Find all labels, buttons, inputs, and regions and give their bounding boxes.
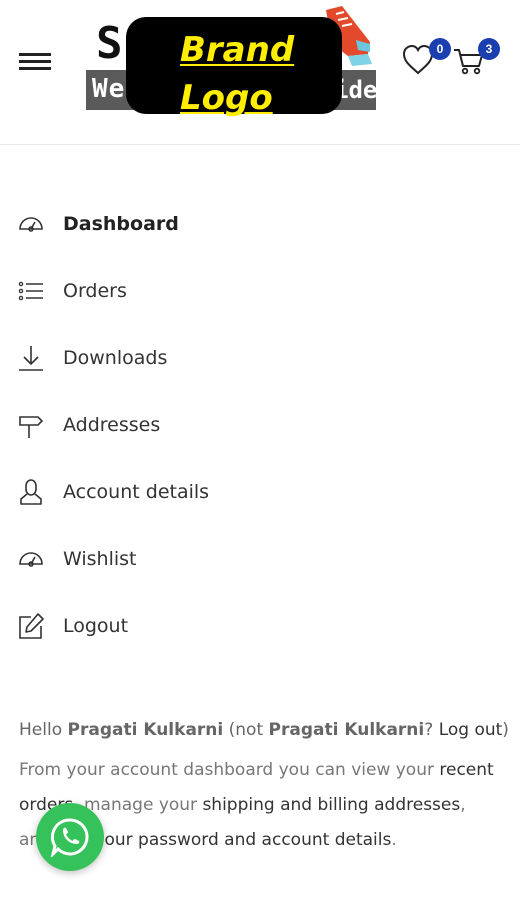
- nav-item-orders[interactable]: Orders: [0, 269, 520, 313]
- brand-logo[interactable]: S We ide Brand Logo: [86, 6, 378, 118]
- description-text: .: [391, 830, 397, 850]
- logo-text-line2: Logo: [180, 78, 273, 118]
- user-name-not: Pragati Kulkarni: [268, 720, 425, 740]
- site-header: S We ide Brand Logo 0 3: [0, 0, 520, 145]
- greeting-prefix: Hello: [19, 720, 68, 740]
- cart-count-badge: 3: [478, 38, 500, 60]
- whatsapp-icon: [50, 818, 89, 857]
- nav-label: Wishlist: [63, 548, 137, 570]
- edit-icon: [19, 613, 44, 639]
- logo-left-letters: S: [96, 18, 123, 69]
- greeting-close: ): [502, 720, 509, 740]
- list-icon: [18, 281, 43, 301]
- nav-item-addresses[interactable]: Addresses: [0, 403, 520, 447]
- nav-item-logout[interactable]: Logout: [0, 604, 520, 648]
- greeting: Hello Pragati Kulkarni (not Pragati Kulk…: [19, 716, 509, 744]
- signpost-icon: [19, 416, 44, 438]
- nav-label: Account details: [63, 481, 210, 503]
- user-name: Pragati Kulkarni: [67, 720, 224, 740]
- greeting-not: (not: [223, 720, 269, 740]
- menu-hamburger-icon[interactable]: [19, 50, 51, 72]
- dashboard-gauge-icon: [19, 217, 43, 232]
- nav-label: Downloads: [63, 347, 168, 369]
- logo-bottom-left: We: [92, 74, 126, 104]
- logo-text-line1: Brand: [180, 30, 295, 70]
- wishlist-count-badge: 0: [429, 38, 451, 60]
- nav-label: Addresses: [63, 414, 161, 436]
- nav-item-dashboard[interactable]: Dashboard: [0, 202, 520, 246]
- user-icon: [20, 479, 42, 505]
- nav-label: Orders: [63, 280, 127, 302]
- greeting-question: ?: [424, 720, 439, 740]
- nav-label: Dashboard: [63, 213, 179, 235]
- whatsapp-chat-button[interactable]: [36, 803, 104, 871]
- nav-item-downloads[interactable]: Downloads: [0, 336, 520, 380]
- dashboard-gauge-icon: [19, 552, 43, 567]
- account-details-link[interactable]: edit your password and account details: [56, 830, 391, 850]
- nav-label: Logout: [63, 615, 129, 637]
- logout-link[interactable]: Log out: [439, 720, 503, 740]
- description-text: From your account dashboard you can view…: [19, 760, 440, 780]
- nav-item-wishlist[interactable]: Wishlist: [0, 537, 520, 581]
- addresses-link[interactable]: shipping and billing addresses: [202, 795, 460, 815]
- nav-item-account-details[interactable]: Account details: [0, 470, 520, 514]
- download-icon: [19, 346, 43, 371]
